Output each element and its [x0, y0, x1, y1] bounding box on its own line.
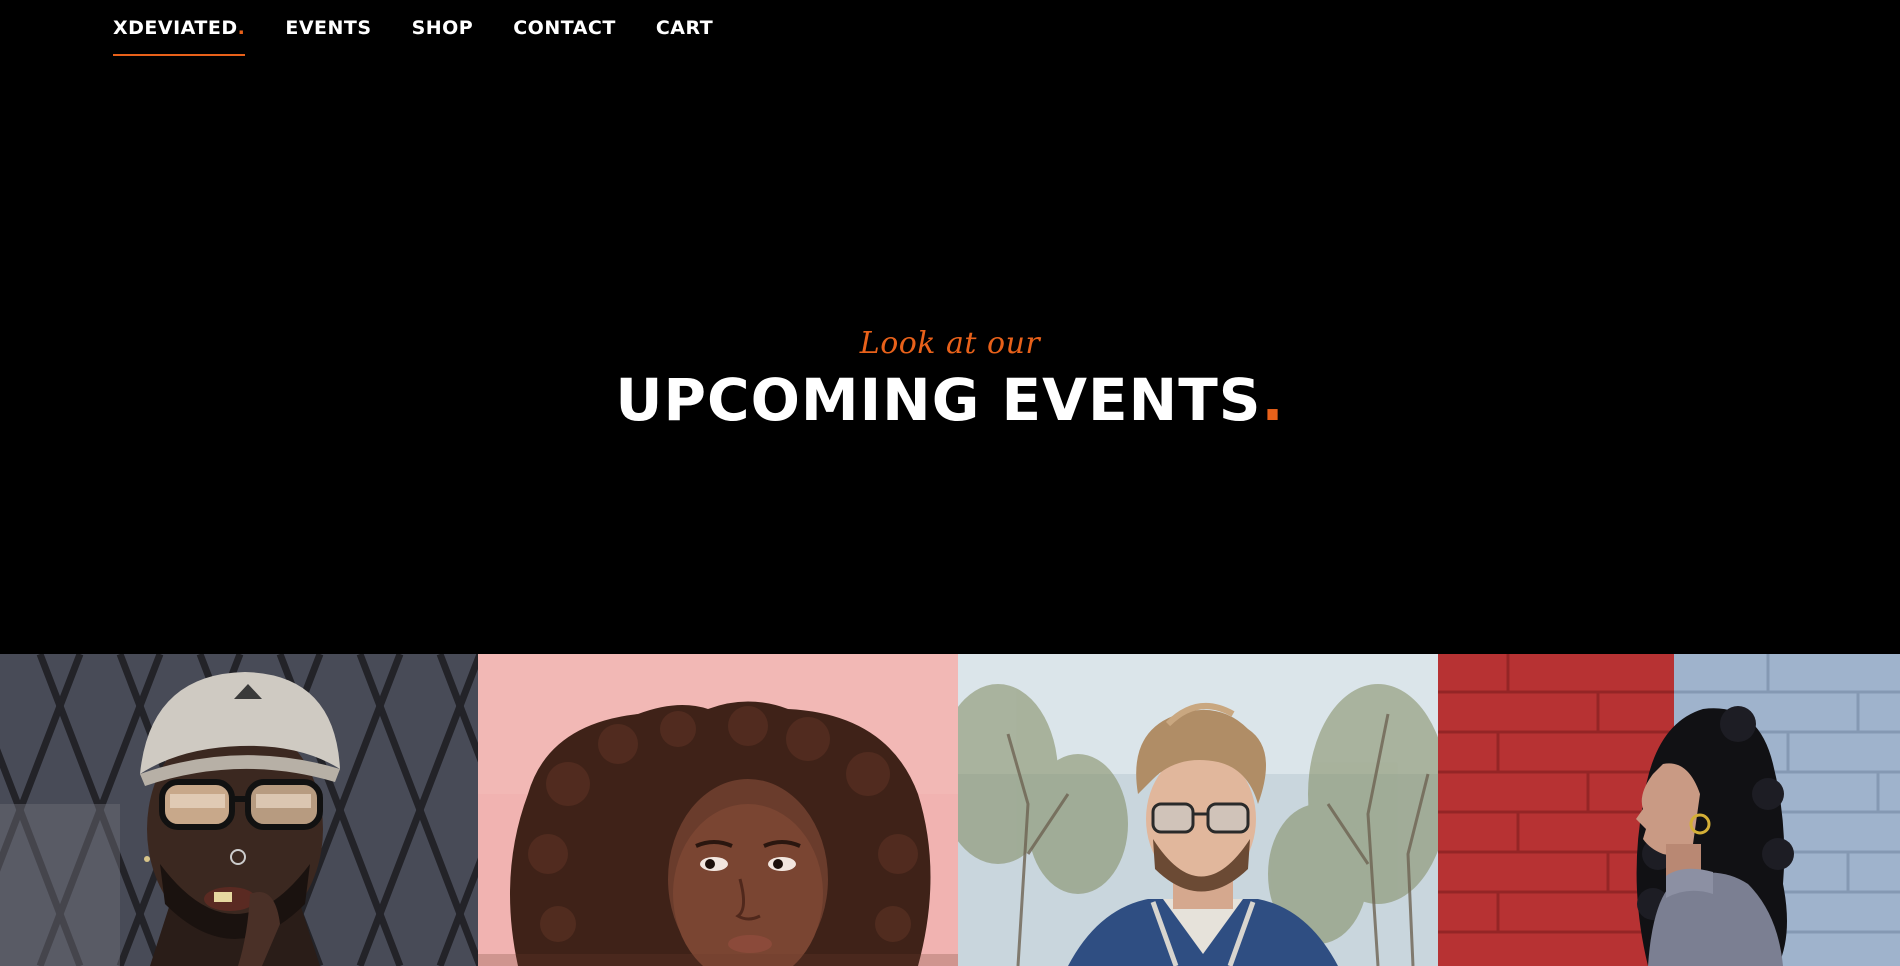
hero-title-text: UPCOMING EVENTS: [615, 366, 1262, 434]
main-nav: XDEVIATED. EVENTS SHOP CONTACT CART: [113, 0, 753, 60]
brand-name: XDEVIATED: [113, 17, 238, 39]
gallery-photo-man-cap-glasses[interactable]: [0, 654, 478, 966]
hero-title: UPCOMING EVENTS.: [0, 360, 1900, 440]
brand-dot: .: [237, 17, 246, 39]
page: XDEVIATED. EVENTS SHOP CONTACT CART Look…: [0, 0, 1900, 966]
nav-item-contact[interactable]: CONTACT: [513, 0, 616, 57]
woman-curly-brick-image: [1438, 654, 1900, 966]
gallery-photo-man-glasses-trees[interactable]: [958, 654, 1438, 966]
nav-item-events[interactable]: EVENTS: [285, 0, 371, 57]
man-glasses-trees-image: [958, 654, 1438, 966]
nav-item-cart[interactable]: CART: [656, 0, 713, 57]
gallery-photo-woman-curly-brick[interactable]: [1438, 654, 1900, 966]
hero-section: Look at our UPCOMING EVENTS.: [0, 320, 1900, 440]
man-cap-glasses-image: [0, 654, 478, 966]
events-gallery: [0, 654, 1900, 966]
woman-afro-pink-image: [478, 654, 958, 966]
brand-logo-link[interactable]: XDEVIATED.: [113, 0, 246, 57]
hero-title-dot: .: [1261, 366, 1285, 434]
gallery-photo-woman-afro-pink[interactable]: [478, 654, 958, 966]
nav-item-shop[interactable]: SHOP: [412, 0, 474, 57]
